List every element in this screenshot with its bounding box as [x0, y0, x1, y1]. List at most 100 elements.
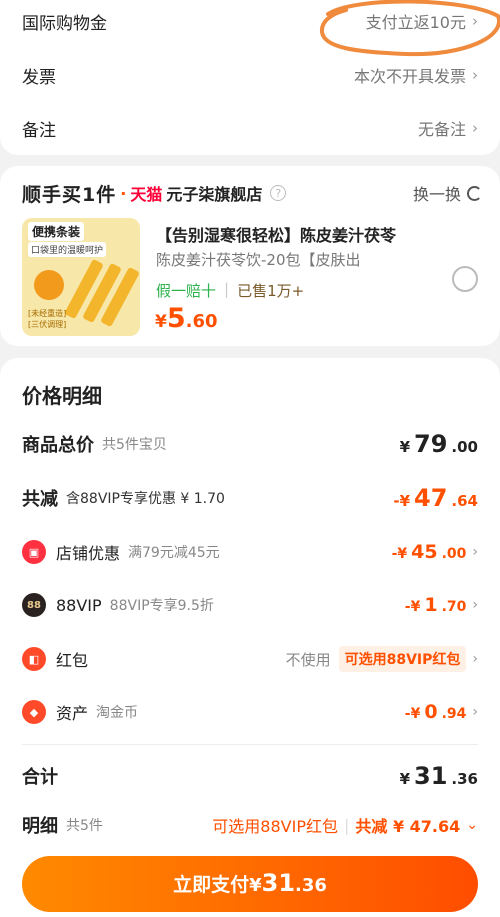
sum-label: 合计: [22, 767, 58, 788]
total-label: 商品总价: [22, 435, 94, 456]
chevron-right-icon: ›: [472, 66, 478, 84]
total-amount: ¥79.00: [400, 430, 478, 458]
amount-decimal: .94: [441, 706, 467, 722]
row-label: 备注: [22, 120, 56, 141]
total-sub: 共5件宝贝: [102, 437, 167, 453]
row-shop-discount[interactable]: ▣ 店铺优惠 满79元减45元 -¥ 45.00 ›: [22, 540, 478, 564]
amount-currency: -¥: [391, 546, 408, 562]
detail-sub: 共5件: [66, 818, 103, 834]
help-icon[interactable]: ?: [270, 185, 287, 201]
amount-currency: -¥: [393, 492, 411, 510]
product-title[interactable]: 【告别湿寒很轻松】陈皮姜汁茯苓: [156, 222, 396, 246]
chevron-right-icon: ›: [472, 651, 478, 667]
amount-decimal: .64: [451, 492, 478, 510]
red-packet-icon: ◧: [22, 647, 46, 671]
row-red-packet[interactable]: ◧ 红包 不使用 可选用88VIP红包 ›: [22, 646, 478, 672]
assets-sub: 淘金币: [96, 705, 139, 721]
row-value: 支付立返10元: [365, 13, 466, 32]
red-packet-label: 红包: [56, 651, 89, 670]
price-integer: 5: [166, 303, 186, 334]
chevron-down-icon[interactable]: ⌄: [466, 817, 478, 833]
chevron-right-icon: ›: [472, 544, 478, 560]
amount-currency: -¥: [404, 599, 421, 615]
row-sum: 合计 ¥31.36: [22, 762, 478, 790]
tmall-logo: 天猫: [130, 185, 163, 204]
row-shopping-credit[interactable]: 国际购物金 支付立返10元 ›: [22, 6, 478, 36]
row-value: 无备注: [417, 120, 466, 139]
swap-label: 换一换: [412, 185, 461, 204]
row-88vip[interactable]: 88 88VIP 88VIP专享9.5折 -¥ 1.70 ›: [22, 593, 478, 617]
vip-red-packet-button[interactable]: 可选用88VIP红包: [338, 646, 467, 672]
sold-count: 已售1万+: [237, 282, 305, 300]
image-text: [未经重造] [三伏调理]: [28, 309, 67, 329]
row-reduction: 共减 含88VIP专享优惠 ¥ 1.70 -¥ 47.64: [22, 484, 478, 512]
dot-separator: ·: [120, 183, 127, 203]
row-invoice[interactable]: 发票 本次不开具发票 ›: [22, 60, 478, 90]
chevron-right-icon: ›: [472, 597, 478, 613]
pay-currency: ¥: [249, 875, 262, 896]
chevron-right-icon: ›: [472, 119, 478, 137]
price-decimal: .60: [185, 311, 218, 332]
product-spec: 陈皮姜汁茯苓饮-20包【皮肤出: [156, 251, 361, 269]
shop-discount-amount: -¥ 45.00: [392, 541, 467, 563]
pay-now-button[interactable]: 立即支付 ¥31.36: [22, 856, 478, 912]
detail-reduce: 共减 ¥ 47.64: [355, 817, 461, 836]
separator: |: [343, 815, 350, 835]
amount-decimal: .36: [451, 770, 478, 788]
image-tag: 便携条装: [28, 222, 85, 241]
pay-integer: 31: [261, 869, 296, 897]
guarantee-tag: 假一赔十: [156, 282, 217, 300]
pay-label: 立即支付: [173, 874, 250, 896]
shop-name[interactable]: 元子柒旗舰店: [166, 181, 262, 205]
vip-label: 88VIP: [56, 595, 102, 615]
amount-currency: ¥: [399, 770, 411, 788]
product-tags: 假一赔十 | 已售1万+: [156, 280, 304, 301]
tag-separator: |: [224, 280, 230, 298]
sum-amount: ¥31.36: [400, 762, 478, 790]
amount-integer: 1: [424, 594, 438, 616]
amount-currency: ¥: [399, 438, 411, 456]
row-remark[interactable]: 备注 无备注 ›: [22, 113, 478, 143]
row-assets[interactable]: ◆ 资产 淘金币 -¥ 0.94 ›: [22, 700, 478, 724]
price-currency: ¥: [155, 312, 167, 332]
detail-label: 明细: [22, 816, 58, 837]
reduction-sub: 含88VIP专享优惠 ¥ 1.70: [66, 491, 225, 507]
assets-amount: -¥ 0.94: [405, 701, 467, 723]
amount-integer: 79: [414, 430, 448, 458]
row-total: 商品总价 共5件宝贝 ¥79.00: [22, 430, 478, 458]
vip-amount: -¥ 1.70: [405, 594, 467, 616]
coin-tag-icon: ◆: [22, 700, 46, 724]
refresh-icon: [467, 185, 482, 201]
addon-header: 顺手买1件 · 天猫 元子柒旗舰店 ? 换一换: [22, 180, 482, 206]
chevron-right-icon: ›: [472, 704, 478, 720]
vip-hint: 可选用88VIP红包: [212, 817, 338, 836]
row-label: 国际购物金: [22, 13, 107, 34]
row-value: 本次不开具发票: [353, 67, 466, 86]
product-image[interactable]: 便携条装 口袋里的温暖呵护 [未经重造] [三伏调理]: [22, 218, 140, 336]
reduction-amount: -¥ 47.64: [393, 484, 478, 512]
vip-sub: 88VIP专享9.5折: [109, 598, 214, 614]
chevron-right-icon: ›: [472, 12, 478, 30]
amount-decimal: .70: [441, 599, 467, 615]
swap-button[interactable]: 换一换: [413, 181, 482, 205]
amount-currency: -¥: [404, 706, 421, 722]
orange-graphic: [34, 270, 64, 300]
row-label: 发票: [22, 67, 56, 88]
select-radio[interactable]: [452, 266, 478, 292]
amount-integer: 0: [424, 701, 438, 723]
pay-decimal: .36: [295, 875, 327, 896]
addon-promo-title: 顺手买1件: [22, 183, 117, 206]
amount-integer: 31: [414, 762, 448, 790]
reduction-label: 共减: [22, 489, 58, 510]
amount-integer: 45: [411, 541, 438, 563]
product-price: ¥5.60: [155, 303, 218, 334]
price-detail-title: 价格明细: [22, 384, 102, 408]
divider: [22, 744, 478, 745]
amount-integer: 47: [414, 484, 448, 512]
amount-decimal: .00: [441, 546, 467, 562]
assets-label: 资产: [56, 704, 89, 723]
row-detail[interactable]: 明细 共5件 可选用88VIP红包 | 共减 ¥ 47.64 ⌄: [22, 812, 478, 838]
shop-discount-label: 店铺优惠: [56, 544, 121, 563]
shop-discount-sub: 满79元减45元: [128, 545, 220, 561]
not-use-text: 不使用: [285, 650, 331, 669]
